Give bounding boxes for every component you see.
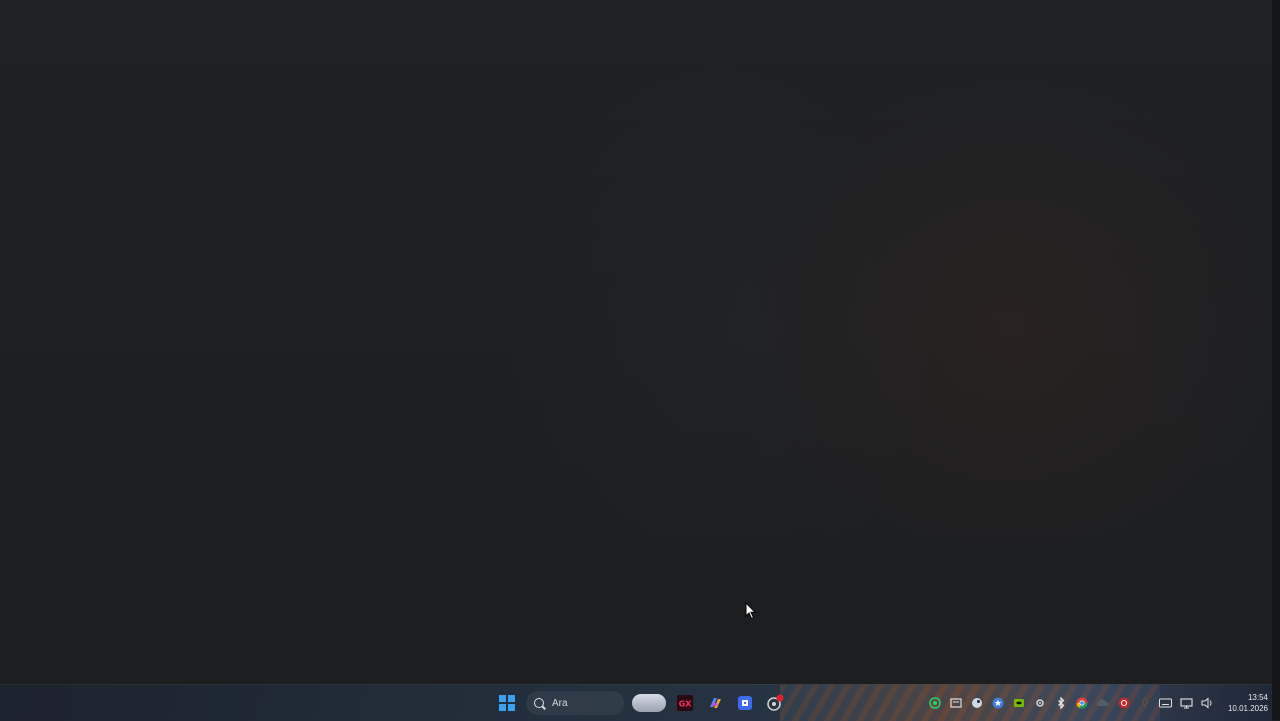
desktop-wallpaper[interactable] [0,0,1280,684]
taskbar-clock[interactable]: 13:54 10.01.2026 [1214,688,1268,718]
taskbar-search[interactable]: Ara [526,691,624,715]
mic-icon[interactable] [1134,693,1155,713]
nvidia-icon[interactable] [1008,693,1029,713]
roblox-button[interactable] [731,689,759,717]
opera-gx-button[interactable]: GX [671,689,699,717]
clock-time: 13:54 [1247,693,1268,702]
taskbar: Ara GX 13:54 10.01.2026 [0,684,1272,721]
svg-text:GX: GX [679,700,693,709]
opera-gx-icon: GX [677,695,693,711]
cloud-icon[interactable] [1092,693,1113,713]
taskbar-apps: Ara GX [492,688,790,718]
keyboard-icon[interactable] [1155,693,1176,713]
settings-icon[interactable] [1029,693,1050,713]
chrome-icon[interactable] [1071,693,1092,713]
screen-edge [1272,0,1280,720]
whatsapp-icon[interactable] [924,693,945,713]
weather-widget-icon[interactable] [632,694,666,712]
start-button[interactable] [493,689,521,717]
network-icon[interactable] [1176,693,1197,713]
steam-icon[interactable] [966,693,987,713]
mouse-cursor-icon [745,602,757,620]
steam-notification-icon [767,694,784,711]
roblox-icon [738,696,752,710]
clock-date: 10.01.2026 [1227,704,1268,713]
antivirus-icon[interactable] [1113,693,1134,713]
copilot-icon [710,698,721,708]
star-icon[interactable] [987,693,1008,713]
bluetooth-icon[interactable] [1050,693,1071,713]
steam-notification-button[interactable] [761,689,789,717]
app-icon[interactable] [945,693,966,713]
search-placeholder: Ara [552,697,568,709]
system-tray [924,688,1218,718]
windows-logo-icon [499,695,515,711]
copilot-button[interactable] [701,689,729,717]
search-icon [534,698,544,708]
